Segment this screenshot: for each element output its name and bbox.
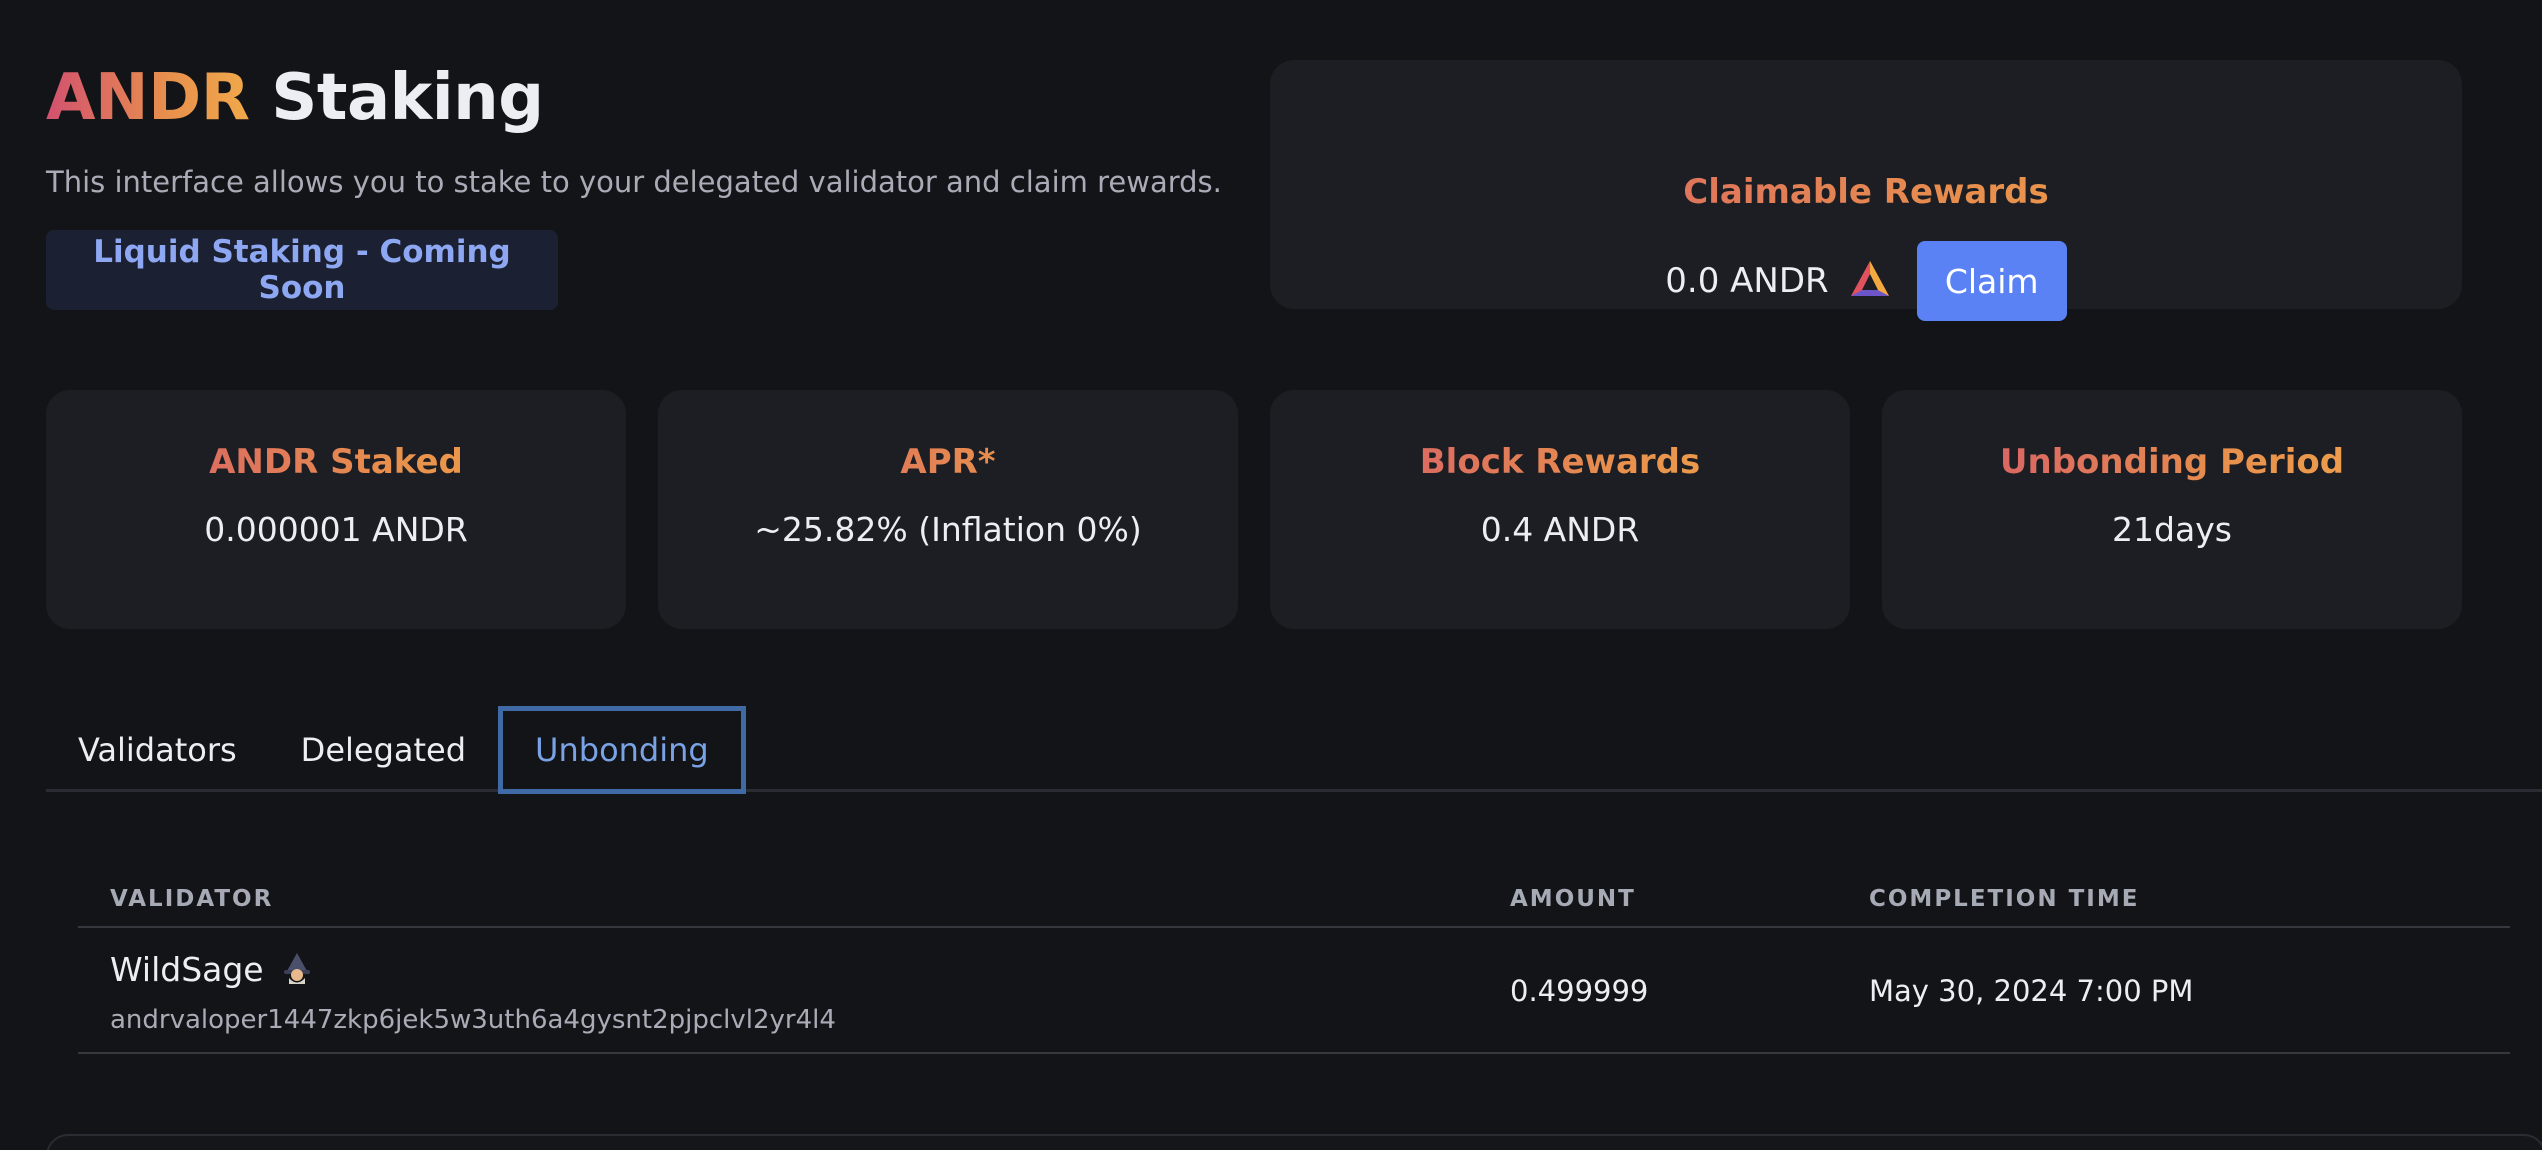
liquid-staking-button[interactable]: Liquid Staking - Coming Soon [46,230,558,310]
completion-time: May 30, 2024 7:00 PM [1869,974,2194,1008]
unbonding-table: VALIDATOR AMOUNT COMPLETION TIME WildSag… [78,880,2510,1054]
stat-value: 0.000001 ANDR [204,510,468,549]
stat-value: ~25.82% (Inflation 0%) [754,510,1142,549]
claimable-rewards-title: Claimable Rewards [1270,172,2462,212]
column-header-amount: AMOUNT [1510,886,1636,912]
tab-validators[interactable]: Validators [46,706,269,794]
stat-card-andr-staked: ANDR Staked 0.000001 ANDR [46,390,626,629]
staking-page: ANDR Staking This interface allows you t… [0,0,2542,1150]
claimable-rewards-row: 0.0 ANDR Claim [1270,241,2462,321]
tab-bar: Validators Delegated Unbonding [46,706,746,794]
stat-value: 0.4 ANDR [1480,510,1640,549]
tab-delegated[interactable]: Delegated [269,706,498,794]
stat-label: ANDR Staked [46,442,626,482]
claimable-rewards-card: Claimable Rewards 0.0 ANDR Claim [1270,60,2462,321]
stat-value: 21days [2112,510,2232,549]
validator-address: andrvaloper1447zkp6jek5w3uth6a4gysnt2pjp… [110,1005,836,1035]
page-title-rest: Staking [249,61,544,135]
page-title-accent: ANDR [46,61,250,135]
stat-card-unbonding-period: Unbonding Period 21days [1882,390,2462,629]
andr-token-icon [1850,261,1889,296]
validator-name-cell: WildSage [110,950,314,989]
table-row: WildSage andrvaloper1447zkp6jek5w3uth6a4… [78,928,2510,1054]
claim-button[interactable]: Claim [1916,241,2067,321]
table-header: VALIDATOR AMOUNT COMPLETION TIME [78,880,2510,928]
tab-unbonding[interactable]: Unbonding [498,706,746,794]
stat-label: APR* [658,442,1238,482]
sage-emoji-icon [284,953,311,984]
bottom-panel [46,1134,2542,1150]
unbonding-amount: 0.499999 [1510,974,1649,1008]
column-header-validator: VALIDATOR [110,886,274,912]
column-header-completion-time: COMPLETION TIME [1869,886,2140,912]
page-subtitle: This interface allows you to stake to yo… [46,165,1222,199]
page-title: ANDR Staking [46,58,544,138]
stat-label: Unbonding Period [1882,442,2462,482]
claimable-rewards-amount: 0.0 ANDR [1665,261,1829,301]
stat-card-apr: APR* ~25.82% (Inflation 0%) [658,390,1238,629]
validator-name: WildSage [110,950,264,989]
stat-card-block-rewards: Block Rewards 0.4 ANDR [1270,390,1850,629]
stat-label: Block Rewards [1270,442,1850,482]
